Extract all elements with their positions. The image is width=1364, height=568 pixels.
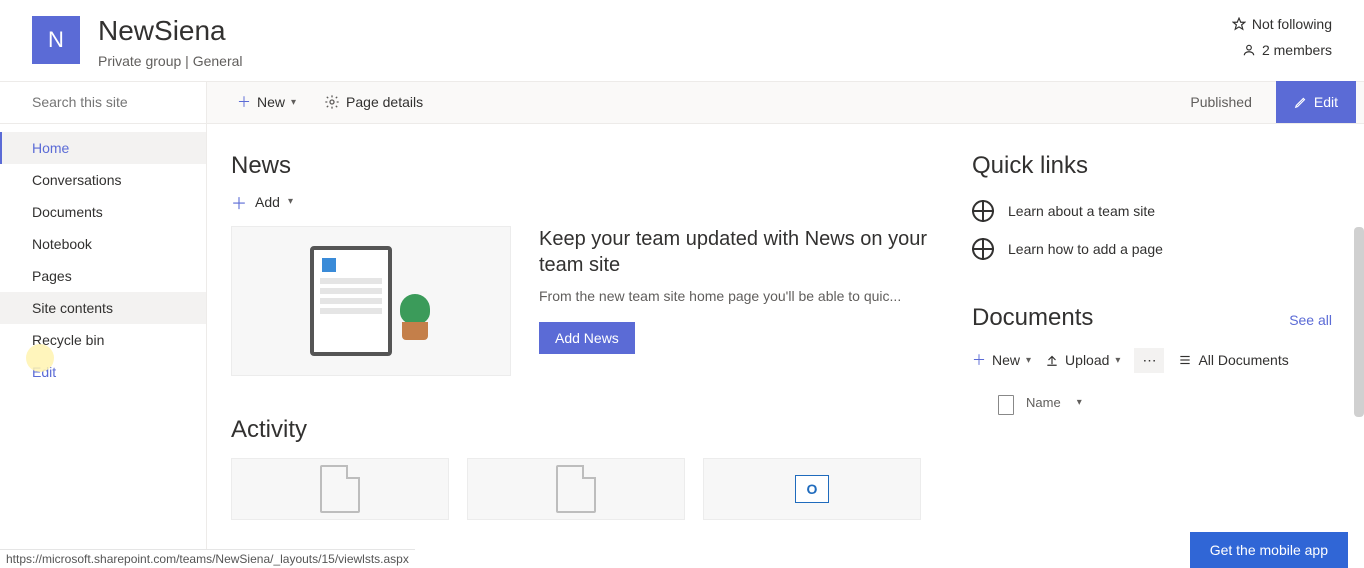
tablet-illustration-icon bbox=[310, 246, 392, 356]
gear-icon bbox=[324, 94, 340, 110]
ellipsis-icon: ⋯ bbox=[1142, 352, 1156, 368]
quick-link-label: Learn about a team site bbox=[1008, 203, 1155, 219]
new-label: New bbox=[257, 94, 285, 110]
site-title[interactable]: NewSiena bbox=[98, 16, 1232, 47]
news-heading: News bbox=[231, 152, 940, 180]
nav-notebook[interactable]: Notebook bbox=[0, 228, 206, 260]
activity-heading: Activity bbox=[231, 416, 940, 444]
chevron-down-icon: ▾ bbox=[288, 196, 293, 207]
site-logo[interactable]: N bbox=[32, 16, 80, 64]
new-button[interactable]: ＋ New ▾ bbox=[231, 88, 302, 116]
follow-label: Not following bbox=[1252, 16, 1332, 32]
nav-documents[interactable]: Documents bbox=[0, 196, 206, 228]
nav-edit[interactable]: Edit bbox=[0, 356, 206, 388]
list-icon bbox=[1178, 353, 1192, 367]
members-link[interactable]: 2 members bbox=[1242, 42, 1332, 58]
get-mobile-app-button[interactable]: Get the mobile app bbox=[1190, 532, 1348, 568]
page-details-label: Page details bbox=[346, 94, 423, 110]
side-nav: Home Conversations Documents Notebook Pa… bbox=[0, 124, 206, 388]
activity-card[interactable]: O bbox=[703, 458, 921, 520]
quick-link-team-site[interactable]: Learn about a team site bbox=[972, 192, 1332, 230]
add-news-button[interactable]: Add News bbox=[539, 322, 635, 354]
search-input[interactable] bbox=[32, 94, 213, 110]
docs-new-label: New bbox=[992, 352, 1020, 368]
chevron-down-icon: ▾ bbox=[1026, 355, 1031, 366]
plus-icon: ＋ bbox=[231, 190, 247, 214]
docs-upload-button[interactable]: Upload ▾ bbox=[1045, 352, 1120, 368]
docs-new-button[interactable]: ＋ New ▾ bbox=[972, 350, 1031, 370]
status-bar-url: https://microsoft.sharepoint.com/teams/N… bbox=[0, 549, 415, 568]
plant-illustration-icon bbox=[398, 286, 432, 340]
globe-icon bbox=[972, 238, 994, 260]
upload-icon bbox=[1045, 353, 1059, 367]
page-details-button[interactable]: Page details bbox=[318, 90, 429, 114]
site-subtitle: Private group | General bbox=[98, 53, 1232, 69]
nav-recycle-bin[interactable]: Recycle bin bbox=[0, 324, 206, 356]
quick-links-heading: Quick links bbox=[972, 152, 1332, 180]
activity-card[interactable] bbox=[467, 458, 685, 520]
document-stack-icon bbox=[556, 465, 596, 513]
chevron-down-icon: ▾ bbox=[1115, 355, 1120, 366]
edit-button[interactable]: Edit bbox=[1276, 81, 1356, 123]
plus-icon: ＋ bbox=[972, 350, 986, 370]
nav-conversations[interactable]: Conversations bbox=[0, 164, 206, 196]
document-icon bbox=[320, 465, 360, 513]
quick-link-add-page[interactable]: Learn how to add a page bbox=[972, 230, 1332, 268]
plus-icon: ＋ bbox=[237, 92, 251, 112]
chevron-down-icon: ▾ bbox=[291, 97, 296, 108]
group-type-label: Private group bbox=[98, 53, 181, 69]
channel-label: General bbox=[193, 53, 243, 69]
news-title: Keep your team updated with News on your… bbox=[539, 226, 940, 278]
globe-icon bbox=[972, 200, 994, 222]
news-add-label: Add bbox=[255, 194, 280, 210]
nav-home[interactable]: Home bbox=[0, 132, 206, 164]
published-status: Published bbox=[1190, 94, 1260, 110]
news-thumbnail bbox=[231, 226, 511, 376]
site-title-block: NewSiena Private group | General bbox=[98, 16, 1232, 69]
star-icon bbox=[1232, 17, 1246, 31]
scrollbar[interactable] bbox=[1354, 227, 1364, 417]
members-label: 2 members bbox=[1262, 42, 1332, 58]
docs-view-switch[interactable]: All Documents bbox=[1178, 352, 1288, 368]
chevron-down-icon: ▾ bbox=[1077, 397, 1082, 408]
quick-link-label: Learn how to add a page bbox=[1008, 241, 1163, 257]
documents-heading: Documents bbox=[972, 304, 1093, 332]
file-type-icon bbox=[998, 395, 1014, 415]
docs-upload-label: Upload bbox=[1065, 352, 1109, 368]
news-description: From the new team site home page you'll … bbox=[539, 288, 940, 304]
edit-label: Edit bbox=[1314, 94, 1338, 110]
person-icon bbox=[1242, 43, 1256, 57]
activity-card[interactable] bbox=[231, 458, 449, 520]
docs-more-button[interactable]: ⋯ bbox=[1134, 348, 1164, 373]
pencil-icon bbox=[1294, 95, 1308, 109]
col-name-header[interactable]: Name bbox=[1026, 395, 1061, 410]
follow-toggle[interactable]: Not following bbox=[1232, 16, 1332, 32]
news-add-button[interactable]: ＋ Add ▾ bbox=[231, 190, 940, 214]
outlook-icon: O bbox=[795, 475, 829, 503]
see-all-link[interactable]: See all bbox=[1289, 312, 1332, 328]
docs-all-label: All Documents bbox=[1198, 352, 1288, 368]
nav-site-contents[interactable]: Site contents bbox=[0, 292, 206, 324]
nav-pages[interactable]: Pages bbox=[0, 260, 206, 292]
